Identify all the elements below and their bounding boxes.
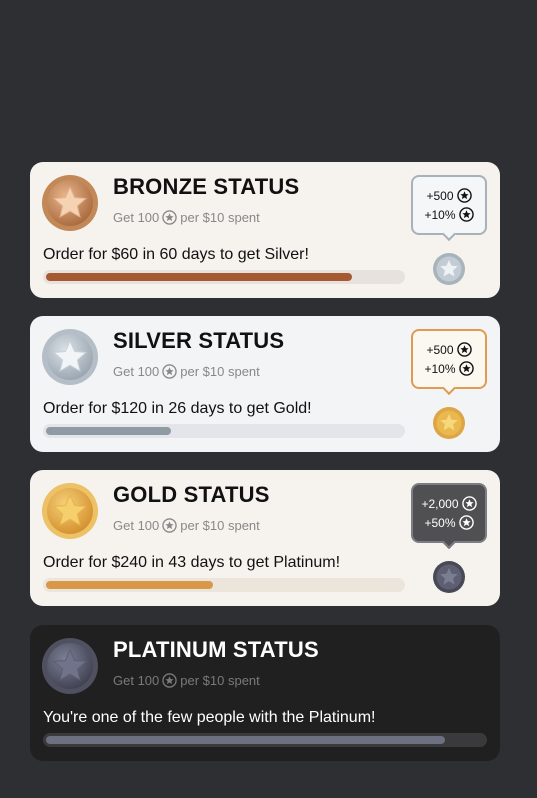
bonus-points: +500 xyxy=(426,188,454,203)
status-goal-text: Order for $240 in 43 days to get Platinu… xyxy=(43,554,341,571)
earn-suffix: per $10 spent xyxy=(180,518,260,533)
star-coin-icon xyxy=(162,518,177,533)
bonus-points: +500 xyxy=(426,342,454,357)
star-coin-icon xyxy=(461,496,477,511)
status-title: PLATINUM STATUS xyxy=(113,637,319,662)
earn-prefix: Get 100 xyxy=(113,364,160,379)
next-tier-bonus-bubble: +2,000 +50% xyxy=(411,483,487,543)
star-coin-icon xyxy=(458,515,474,530)
status-goal-text: You're one of the few people with the Pl… xyxy=(43,709,376,726)
status-goal-text: Order for $60 in 60 days to get Silver! xyxy=(43,246,309,263)
earn-rate: Get 100 per $10 spent xyxy=(113,518,260,533)
progress-fill xyxy=(46,736,445,744)
platinum-medal-icon xyxy=(42,638,98,694)
earn-suffix: per $10 spent xyxy=(180,364,260,379)
gold-status-card: GOLD STATUS Get 100 per $10 spent Order … xyxy=(30,470,500,606)
silver-medal-icon xyxy=(42,329,98,385)
progress-fill xyxy=(46,581,213,589)
star-coin-icon xyxy=(456,342,472,357)
next-tier-bonus-bubble: +500 +10% xyxy=(411,329,487,389)
earn-rate: Get 100 per $10 spent xyxy=(113,673,260,688)
earn-prefix: Get 100 xyxy=(113,210,160,225)
bronze-medal-icon xyxy=(42,175,98,231)
next-tier-bonus-bubble: +500 +10% xyxy=(411,175,487,235)
status-title: SILVER STATUS xyxy=(113,328,285,353)
earn-prefix: Get 100 xyxy=(113,673,160,688)
bonus-percent: +10% xyxy=(424,361,456,376)
platinum-medal-icon xyxy=(433,561,465,593)
earn-suffix: per $10 spent xyxy=(180,210,260,225)
silver-status-card: SILVER STATUS Get 100 per $10 spent Orde… xyxy=(30,316,500,452)
bonus-percent: +50% xyxy=(424,515,456,530)
earn-rate: Get 100 per $10 spent xyxy=(113,364,260,379)
bronze-status-card: BRONZE STATUS Get 100 per $10 spent Orde… xyxy=(30,162,500,298)
progress-fill xyxy=(46,427,171,435)
status-title: GOLD STATUS xyxy=(113,482,270,507)
star-coin-icon xyxy=(458,361,474,376)
gold-medal-icon xyxy=(42,483,98,539)
star-coin-icon xyxy=(162,364,177,379)
star-coin-icon xyxy=(162,673,177,688)
earn-suffix: per $10 spent xyxy=(180,673,260,688)
star-coin-icon xyxy=(456,188,472,203)
status-title: BRONZE STATUS xyxy=(113,174,300,199)
progress-bar xyxy=(43,733,487,747)
progress-fill xyxy=(46,273,352,281)
progress-bar xyxy=(43,578,405,592)
progress-bar xyxy=(43,270,405,284)
earn-prefix: Get 100 xyxy=(113,518,160,533)
platinum-status-card: PLATINUM STATUS Get 100 per $10 spent Yo… xyxy=(30,625,500,761)
silver-medal-icon xyxy=(433,253,465,285)
progress-bar xyxy=(43,424,405,438)
star-coin-icon xyxy=(458,207,474,222)
bonus-percent: +10% xyxy=(424,207,456,222)
bonus-points: +2,000 xyxy=(421,496,459,511)
earn-rate: Get 100 per $10 spent xyxy=(113,210,260,225)
star-coin-icon xyxy=(162,210,177,225)
gold-medal-icon xyxy=(433,407,465,439)
status-goal-text: Order for $120 in 26 days to get Gold! xyxy=(43,400,312,417)
